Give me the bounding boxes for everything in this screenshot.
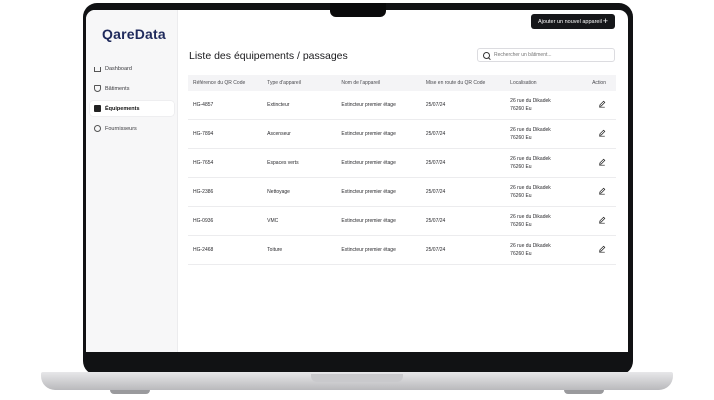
location-city: 76260 Eu: [510, 251, 532, 257]
add-device-button[interactable]: Ajouter un nouvel appareil +: [531, 14, 615, 29]
cell-action: [587, 91, 616, 120]
cell-action: [587, 177, 616, 207]
cell-date: 25/07/24: [420, 177, 506, 207]
equipment-table: Référence du QR Code Type d'appareil Nom…: [188, 75, 616, 265]
location-street: 26 rue du Dikadek: [510, 214, 551, 220]
cell-name: Extincteur premier étage: [336, 177, 421, 207]
column-header-name[interactable]: Nom de l'appareil: [336, 75, 421, 91]
sidebar-item-label: Fournisseurs: [105, 125, 137, 132]
sidebar-item-batiments[interactable]: Bâtiments: [90, 81, 174, 96]
edit-icon[interactable]: [598, 216, 606, 224]
search-icon: [483, 51, 490, 59]
app-logo: QareData: [102, 26, 166, 42]
edit-icon[interactable]: [598, 100, 606, 108]
column-header-action: Action: [587, 75, 616, 91]
location-street: 26 rue du Dikadek: [510, 127, 551, 133]
table-row[interactable]: HG-2468 Toiture Extincteur premier étage…: [188, 235, 616, 265]
cell-ref: HG-7654: [188, 148, 263, 178]
cell-type: Ascenseur: [262, 119, 337, 149]
column-header-location[interactable]: Localisation: [505, 75, 588, 91]
add-device-button-label: Ajouter un nouvel appareil: [538, 18, 602, 25]
sidebar-item-label: Bâtiments: [105, 85, 130, 92]
location-city: 76260 Eu: [510, 193, 532, 199]
location-street: 26 rue du Dikadek: [510, 98, 551, 104]
cell-action: [587, 119, 616, 149]
cell-name: Extincteur premier étage: [336, 206, 421, 236]
cell-location: 26 rue du Dikadek 76260 Eu: [505, 148, 588, 178]
column-header-type[interactable]: Type d'appareil: [262, 75, 337, 91]
edit-icon[interactable]: [598, 187, 606, 195]
location-street: 26 rue du Dikadek: [510, 243, 551, 249]
user-icon: [94, 125, 101, 132]
search-box[interactable]: [477, 48, 615, 62]
edit-icon[interactable]: [598, 245, 606, 253]
cell-type: Toiture: [262, 235, 337, 265]
cell-location: 26 rue du Dikadek 76260 Eu: [505, 177, 588, 207]
laptop-foot: [110, 390, 150, 394]
cell-name: Extincteur premier étage: [336, 119, 421, 149]
box-icon: [94, 105, 101, 112]
location-city: 76260 Eu: [510, 106, 532, 112]
table-row[interactable]: HG-7894 Ascenseur Extincteur premier éta…: [188, 119, 616, 149]
cell-name: Extincteur premier étage: [336, 91, 421, 120]
cell-date: 25/07/24: [420, 235, 506, 265]
cell-name: Extincteur premier étage: [336, 148, 421, 178]
sidebar-item-label: Équipements: [105, 105, 140, 112]
table-row[interactable]: HG-4857 Extincteur Extincteur premier ét…: [188, 91, 616, 120]
location-city: 76260 Eu: [510, 164, 532, 170]
sidebar: QareData Dashboard Bâtiments Équipements…: [86, 10, 178, 352]
app-screen: QareData Dashboard Bâtiments Équipements…: [86, 10, 628, 352]
search-input[interactable]: [494, 52, 604, 58]
sidebar-nav: Dashboard Bâtiments Équipements Fourniss…: [90, 61, 174, 141]
cell-type: VMC: [262, 206, 337, 236]
cell-type: Extincteur: [262, 91, 337, 120]
cell-type: Nettoyage: [262, 177, 337, 207]
laptop-opening-notch: [311, 374, 403, 382]
camera-notch: [330, 3, 386, 17]
location-city: 76260 Eu: [510, 222, 532, 228]
sidebar-item-dashboard[interactable]: Dashboard: [90, 61, 174, 76]
cell-location: 26 rue du Dikadek 76260 Eu: [505, 119, 588, 149]
table-row[interactable]: HG-7654 Espaces verts Extincteur premier…: [188, 148, 616, 178]
plus-icon: +: [602, 16, 608, 26]
laptop-foot: [564, 390, 604, 394]
page-title: Liste des équipements / passages: [189, 50, 348, 62]
edit-icon[interactable]: [598, 158, 606, 166]
cell-action: [587, 206, 616, 236]
home-icon: [94, 67, 101, 72]
cell-location: 26 rue du Dikadek 76260 Eu: [505, 206, 588, 236]
table-row[interactable]: HG-0936 VMC Extincteur premier étage 25/…: [188, 206, 616, 236]
cell-date: 25/07/24: [420, 206, 506, 236]
table-header-row: Référence du QR Code Type d'appareil Nom…: [188, 75, 616, 91]
sidebar-item-equipements[interactable]: Équipements: [90, 101, 174, 116]
cell-name: Extincteur premier étage: [336, 235, 421, 265]
location-street: 26 rue du Dikadek: [510, 156, 551, 162]
edit-icon[interactable]: [598, 129, 606, 137]
cell-ref: HG-7894: [188, 119, 263, 149]
cell-date: 25/07/24: [420, 148, 506, 178]
cell-location: 26 rue du Dikadek 76260 Eu: [505, 91, 588, 120]
cell-ref: HG-0936: [188, 206, 263, 236]
sidebar-item-fournisseurs[interactable]: Fournisseurs: [90, 121, 174, 136]
cell-ref: HG-2386: [188, 177, 263, 207]
location-city: 76260 Eu: [510, 135, 532, 141]
column-header-ref[interactable]: Référence du QR Code: [188, 75, 263, 91]
cell-ref: HG-4857: [188, 91, 263, 120]
sidebar-item-label: Dashboard: [105, 65, 132, 72]
cell-action: [587, 235, 616, 265]
table-row[interactable]: HG-2386 Nettoyage Extincteur premier éta…: [188, 177, 616, 207]
location-street: 26 rue du Dikadek: [510, 185, 551, 191]
cell-location: 26 rue du Dikadek 76260 Eu: [505, 235, 588, 265]
cell-ref: HG-2468: [188, 235, 263, 265]
shield-icon: [94, 85, 101, 92]
column-header-date[interactable]: Mise en route du QR Code: [420, 75, 506, 91]
cell-date: 25/07/24: [420, 119, 506, 149]
cell-type: Espaces verts: [262, 148, 337, 178]
cell-action: [587, 148, 616, 178]
cell-date: 25/07/24: [420, 91, 506, 120]
